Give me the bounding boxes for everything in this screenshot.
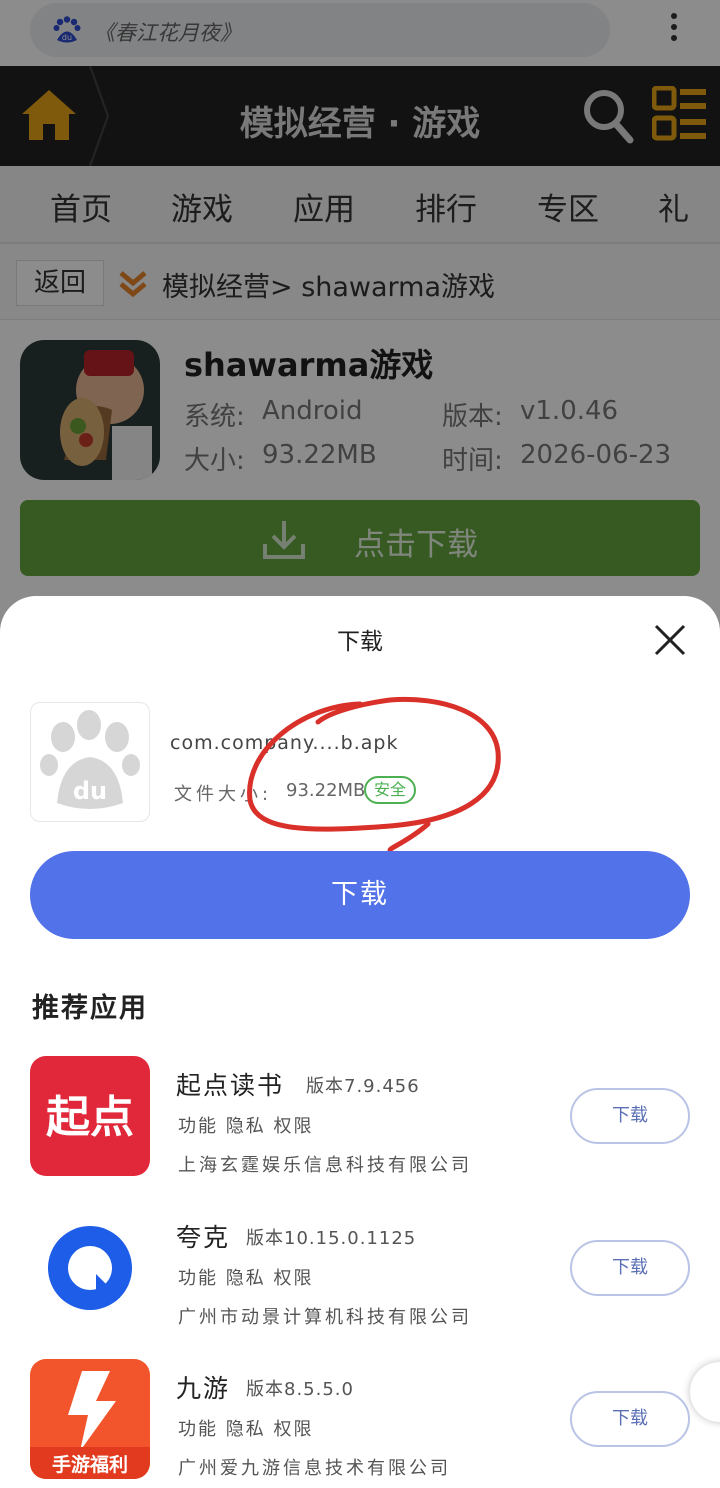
download-button[interactable]: 下载 (30, 851, 690, 939)
file-icon: du (30, 702, 150, 822)
app-permissions[interactable]: 功能 隐私 权限 (178, 1415, 313, 1441)
app-company: 广州爱九游信息技术有限公司 (178, 1458, 451, 1479)
list-item: 夸克 版本10.15.0.1125 功能 隐私 权限 广州市动景计算机科技有限公… (0, 1208, 720, 1338)
list-item: 起点 起点读书 版本7.9.456 功能 隐私 权限 上海玄霆娱乐信息科技有限公… (0, 1056, 720, 1186)
download-button[interactable]: 下载 (570, 1240, 690, 1296)
app-icon[interactable]: 手游福利 (30, 1359, 150, 1479)
baidu-paw-icon: du (40, 710, 140, 809)
recommend-title: 推荐应用 (32, 993, 148, 1024)
app-name: 九游 (176, 1374, 231, 1403)
app-company: 上海玄霆娱乐信息科技有限公司 (178, 1155, 472, 1176)
app-version: 版本8.5.5.0 (246, 1379, 354, 1400)
download-button[interactable]: 下载 (570, 1391, 690, 1447)
download-button[interactable]: 下载 (570, 1088, 690, 1144)
app-version: 版本7.9.456 (306, 1076, 420, 1097)
app-permissions[interactable]: 功能 隐私 权限 (178, 1112, 313, 1138)
app-name: 夸克 (176, 1223, 231, 1252)
red-circle-annotation (247, 696, 501, 853)
list-item: 手游福利 九游 版本8.5.5.0 功能 隐私 权限 广州爱九游信息技术有限公司… (0, 1359, 720, 1488)
app-company: 广州市动景计算机科技有限公司 (178, 1307, 472, 1328)
app-icon[interactable]: 起点 (30, 1056, 150, 1176)
app-permissions[interactable]: 功能 隐私 权限 (178, 1264, 313, 1290)
download-sheet: 下载 du com.company....b.apk 文件大小: 93.22MB… (0, 596, 720, 1488)
app-version: 版本10.15.0.1125 (246, 1228, 417, 1249)
svg-text:du: du (73, 777, 107, 805)
app-icon[interactable] (30, 1208, 150, 1328)
app-name: 起点读书 (176, 1071, 285, 1100)
close-icon[interactable] (652, 622, 688, 658)
sheet-title: 下载 (337, 629, 383, 655)
svg-text:手游福利: 手游福利 (52, 1453, 128, 1476)
svg-text:起点: 起点 (46, 1092, 134, 1143)
